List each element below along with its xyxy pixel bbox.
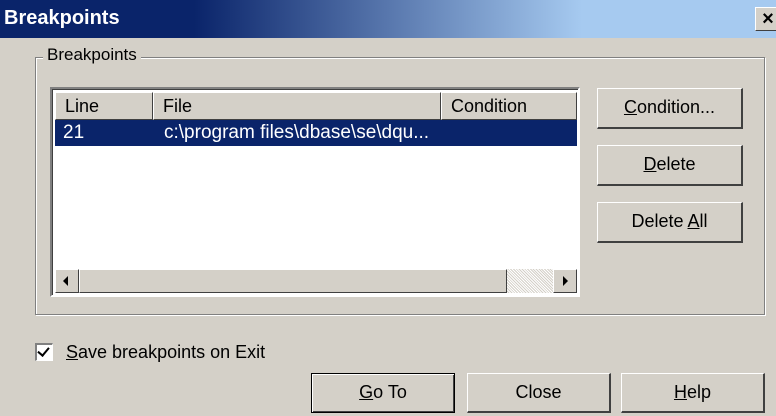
title-bar[interactable]: Breakpoints × [0, 0, 776, 38]
help-label: elp [686, 382, 712, 402]
save-accel: S [66, 342, 79, 362]
goto-accel: G [359, 382, 374, 402]
list-row-selected[interactable]: 21 c:\program files\dbase\se\dqu... [55, 120, 577, 146]
help-button[interactable]: Help [621, 373, 765, 413]
row-line-cell: 21 [63, 122, 85, 143]
save-on-exit-label[interactable]: Save breakpoints on Exit [66, 341, 265, 363]
scroll-thumb[interactable] [79, 269, 507, 293]
delete-all-label-pre: Delete [631, 211, 688, 231]
column-header-file[interactable]: File [153, 92, 441, 120]
condition-label: ondition... [636, 97, 716, 117]
delete-label: elete [656, 154, 696, 174]
help-accel: H [673, 382, 687, 402]
breakpoints-list[interactable]: Line File Condition 21 c:\program files\… [50, 87, 580, 297]
scroll-left-button[interactable] [55, 269, 79, 293]
arrow-left-icon [63, 276, 68, 286]
close-button[interactable]: Close [467, 373, 611, 413]
column-header-condition[interactable]: Condition [441, 92, 577, 120]
delete-accel: D [643, 154, 657, 174]
save-on-exit-option[interactable]: Save breakpoints on Exit [35, 340, 265, 364]
row-file-cell: c:\program files\dbase\se\dqu... [164, 122, 430, 143]
arrow-right-icon [563, 276, 568, 286]
groupbox-label: Breakpoints [43, 44, 141, 66]
delete-all-button[interactable]: Delete All [597, 202, 743, 243]
window-title: Breakpoints [4, 7, 120, 29]
horizontal-scrollbar[interactable] [55, 269, 577, 293]
scroll-track[interactable] [507, 269, 553, 293]
list-header: Line File Condition [55, 92, 577, 120]
save-on-exit-checkbox[interactable] [35, 343, 53, 361]
breakpoints-dialog: Breakpoints × Breakpoints Line File Cond… [0, 0, 776, 416]
column-header-line[interactable]: Line [55, 92, 153, 120]
checkmark-icon [37, 344, 50, 357]
goto-label: o To [373, 382, 407, 402]
save-label-rest: ave breakpoints on Exit [78, 342, 266, 362]
scroll-right-button[interactable] [553, 269, 577, 293]
delete-all-accel: A [687, 211, 700, 231]
condition-button[interactable]: Condition... [597, 88, 743, 129]
close-icon[interactable]: × [755, 7, 776, 31]
go-to-button[interactable]: Go To [311, 373, 455, 413]
condition-accel: C [623, 97, 637, 117]
delete-button[interactable]: Delete [597, 145, 743, 186]
delete-all-label-rest: ll [699, 211, 708, 231]
